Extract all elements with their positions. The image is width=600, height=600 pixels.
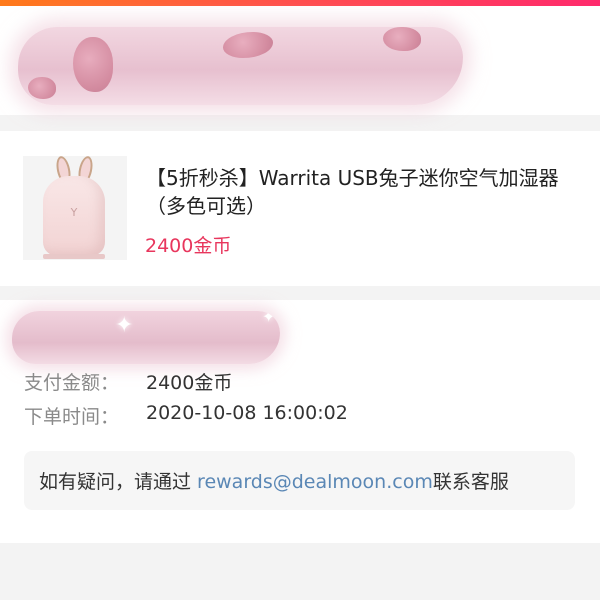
contact-support-box: 如有疑问，请通过 rewards@dealmoon.com联系客服 — [24, 451, 575, 510]
product-title[interactable]: 【5折秒杀】Warrita USB兔子迷你空气加湿器（多色可选） — [146, 164, 586, 220]
payment-amount-label: 支付金额： — [24, 372, 120, 394]
decorative-order-banner-image: ✦ ✦ — [12, 311, 280, 364]
order-time-label: 下单时间： — [24, 406, 120, 428]
contact-prefix: 如有疑问，请通过 — [39, 471, 198, 493]
order-time-value: 2020-10-08 16:00:02 — [146, 402, 348, 424]
flower-decoration — [383, 27, 421, 51]
rabbit-humidifier-image[interactable]: Y — [23, 156, 127, 260]
sparkle-icon: ✦ — [115, 313, 134, 338]
butterfly-decoration — [223, 32, 273, 58]
contact-support-text: 如有疑问，请通过 rewards@dealmoon.com联系客服 — [39, 467, 509, 494]
decorative-banner-image — [18, 27, 463, 105]
humidifier-logo-icon: Y — [70, 206, 78, 219]
humidifier-body: Y — [43, 176, 105, 256]
contact-suffix: 联系客服 — [432, 471, 509, 493]
flower-decoration — [73, 37, 113, 92]
product-price: 2400金币 — [145, 235, 232, 257]
support-email-link[interactable]: rewards@dealmoon.com — [197, 471, 433, 493]
humidifier-base — [43, 254, 105, 259]
sparkle-icon: ✦ — [262, 311, 276, 326]
payment-amount-value: 2400金币 — [146, 372, 233, 394]
flower-decoration — [28, 77, 56, 99]
